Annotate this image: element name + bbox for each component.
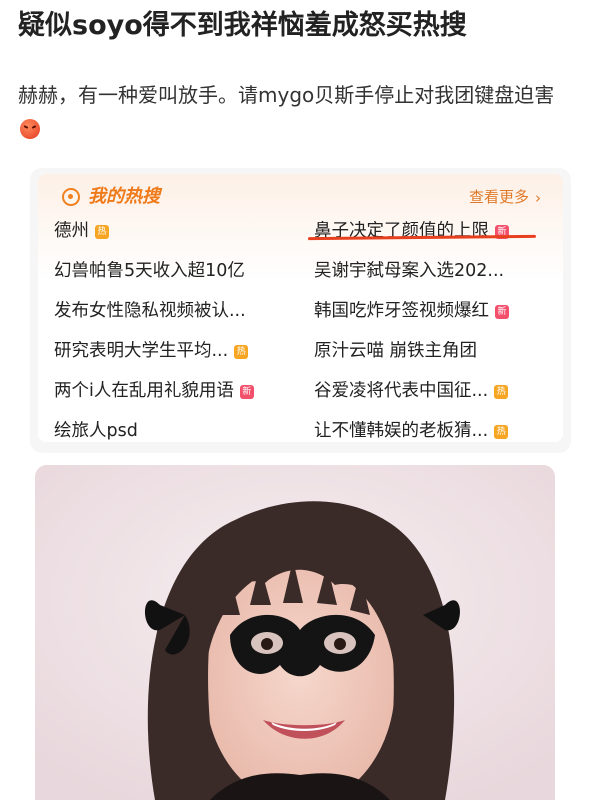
- hot-item-text: 两个i人在乱用礼貌用语: [54, 381, 234, 401]
- photo-illustration: [35, 465, 555, 800]
- new-badge: 新: [239, 385, 254, 399]
- post-body: 赫赫，有一种爱叫放手。请mygo贝斯手停止对我团键盘迫害: [18, 78, 574, 146]
- chevron-right-icon: ›: [535, 189, 541, 207]
- hot-item[interactable]: 研究表明大学生平均... 热: [54, 338, 249, 364]
- view-more-link[interactable]: 查看更多: [469, 185, 529, 209]
- hot-item-text: 吴谢宇弑母案入选202...: [314, 261, 505, 281]
- hot-search-title: 我的热搜: [88, 186, 160, 207]
- angry-face-icon: [20, 119, 40, 139]
- hot-badge: 热: [494, 385, 509, 399]
- hot-item-text: 韩国吃炸牙签视频爆红: [314, 301, 489, 321]
- hot-item[interactable]: 原汁云喵 崩铁主角团: [314, 338, 477, 364]
- hot-item-text: 原汁云喵 崩铁主角团: [314, 341, 478, 361]
- hot-search-screenshot[interactable]: 我的热搜 查看更多 › 德州热 幻兽帕鲁5天收入超10亿 发布女性隐私视频被认.…: [30, 168, 571, 453]
- post-page: 疑似soyo得不到我祥恼羞成怒买热搜 赫赫，有一种爱叫放手。请mygo贝斯手停止…: [0, 0, 591, 800]
- hot-item[interactable]: 吴谢宇弑母案入选202...: [314, 258, 504, 284]
- hot-item-text: 让不懂韩娱的老板猜...: [314, 421, 489, 441]
- hot-item[interactable]: 韩国吃炸牙签视频爆红新: [314, 298, 509, 324]
- hot-item[interactable]: 德州热: [54, 218, 109, 244]
- hot-badge: 热: [234, 345, 249, 359]
- hot-item-text: 谷爱凌将代表中国征...: [314, 381, 489, 401]
- hot-badge: 热: [494, 425, 509, 439]
- hot-item[interactable]: 谷爱凌将代表中国征... 热: [314, 378, 509, 404]
- post-title: 疑似soyo得不到我祥恼羞成怒买热搜: [18, 10, 467, 41]
- hot-item[interactable]: 发布女性隐私视频被认...: [54, 298, 246, 324]
- hot-badge: 热: [95, 225, 109, 239]
- post-body-text: 赫赫，有一种爱叫放手。请mygo贝斯手停止对我团键盘迫害: [18, 83, 555, 107]
- hot-item[interactable]: 鼻子决定了颜值的上限新: [314, 218, 509, 244]
- masked-girl-photo[interactable]: [35, 465, 555, 800]
- hot-item-text: 德州: [54, 221, 89, 241]
- hot-item[interactable]: 绘旅人psd: [54, 418, 138, 444]
- hot-item-text: 研究表明大学生平均...: [54, 341, 229, 361]
- hot-search-icon: [62, 188, 80, 206]
- hot-item[interactable]: 两个i人在乱用礼貌用语新: [54, 378, 254, 404]
- hot-item-text: 发布女性隐私视频被认...: [54, 301, 246, 321]
- hot-item[interactable]: 幻兽帕鲁5天收入超10亿: [54, 258, 245, 284]
- hot-item[interactable]: 让不懂韩娱的老板猜... 热: [314, 418, 509, 444]
- hot-item-text: 幻兽帕鲁5天收入超10亿: [54, 261, 245, 281]
- hot-item-text: 绘旅人psd: [54, 421, 138, 441]
- new-badge: 新: [495, 305, 509, 319]
- hot-search-panel: 我的热搜 查看更多 › 德州热 幻兽帕鲁5天收入超10亿 发布女性隐私视频被认.…: [38, 174, 563, 442]
